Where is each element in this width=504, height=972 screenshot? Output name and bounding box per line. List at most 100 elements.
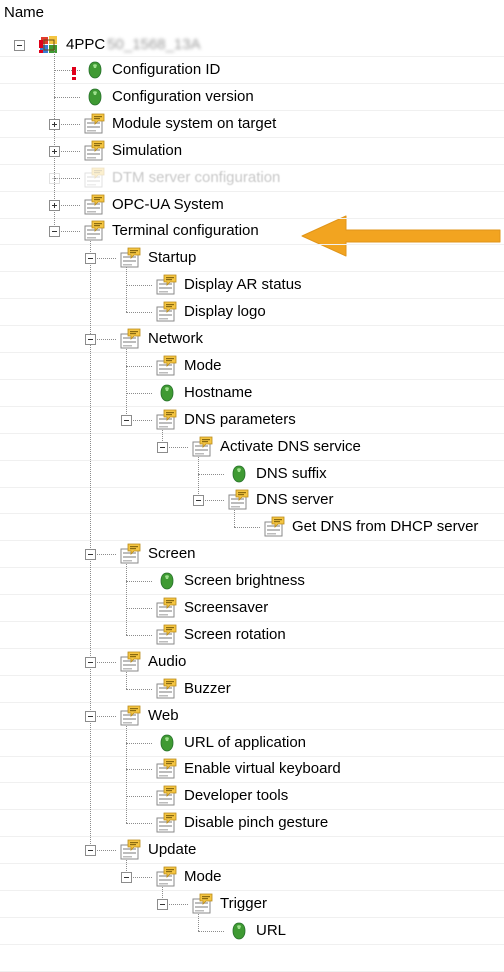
tree-node-buzzer[interactable]: Buzzer <box>156 676 231 702</box>
row-separator <box>0 702 504 703</box>
expand-toggle[interactable] <box>49 119 60 130</box>
tree-node-label: DNS server <box>256 491 334 508</box>
tree-node-dns-suffix[interactable]: DNS suffix <box>228 461 327 487</box>
collapse-toggle[interactable] <box>193 495 204 506</box>
settings-folder-icon <box>192 436 214 458</box>
tree-connector-horizontal <box>54 70 80 71</box>
tree-node-module-system-on-target[interactable]: Module system on target <box>84 111 276 137</box>
settings-folder-icon <box>228 489 250 511</box>
tree-node-screensaver[interactable]: Screensaver <box>156 595 268 621</box>
collapse-toggle[interactable] <box>85 334 96 345</box>
settings-folder-icon <box>156 409 178 431</box>
tree-connector-horizontal <box>126 608 152 609</box>
tree-node-configuration-version[interactable]: Configuration version <box>84 84 254 110</box>
tree-node-url[interactable]: URL <box>228 918 286 944</box>
collapse-toggle[interactable] <box>121 872 132 883</box>
tree-connector-vertical <box>126 345 127 420</box>
green-gem-icon <box>84 86 106 108</box>
tree-node-label: Simulation <box>112 142 183 159</box>
tree-node-label: Mode <box>184 868 222 885</box>
tree-node-mode[interactable]: Mode <box>156 864 222 890</box>
collapse-toggle[interactable] <box>157 899 168 910</box>
tree-root-node[interactable]: 4PPC 50_1568_13A <box>38 32 201 58</box>
tree-node-startup[interactable]: Startup <box>120 245 196 271</box>
row-separator <box>0 325 504 326</box>
settings-folder-icon <box>156 758 178 780</box>
collapse-toggle[interactable] <box>85 253 96 264</box>
tree-node-mode[interactable]: Mode <box>156 353 222 379</box>
tree-node-label: Module system on target <box>112 115 277 132</box>
tree-node-label: Buzzer <box>184 680 231 697</box>
collapse-toggle[interactable] <box>85 845 96 856</box>
collapse-toggle[interactable] <box>85 711 96 722</box>
tree-node-developer-tools[interactable]: Developer tools <box>156 783 288 809</box>
collapse-toggle[interactable] <box>85 657 96 668</box>
tree-node-label: Get DNS from DHCP server <box>292 518 479 535</box>
tree-node-dtm-server-configuration[interactable]: DTM server configuration <box>84 165 280 191</box>
tree-node-label: OPC-UA System <box>112 196 224 213</box>
settings-folder-icon <box>120 247 142 269</box>
tree-node-label: Activate DNS service <box>220 438 361 455</box>
tree-connector-horizontal <box>198 474 224 475</box>
tree-node-label: Hostname <box>184 384 253 401</box>
tree-connector-horizontal <box>126 743 152 744</box>
tree-node-terminal-configuration[interactable]: Terminal configuration <box>84 218 259 244</box>
tree-node-dns-parameters[interactable]: DNS parameters <box>156 407 296 433</box>
tree-node-label: URL of application <box>184 734 307 751</box>
row-separator <box>0 352 504 353</box>
tree-node-label: URL <box>256 922 287 939</box>
tree-node-screen[interactable]: Screen <box>120 541 196 567</box>
tree-node-label: Terminal configuration <box>112 222 259 239</box>
configuration-tree: Name 4PPC 50_1568_13A Configuration ID Co… <box>0 0 504 972</box>
tree-node-label: DNS suffix <box>256 465 327 482</box>
tree-node-web[interactable]: Web <box>120 703 179 729</box>
tree-connector-horizontal <box>126 393 152 394</box>
row-separator <box>0 675 504 676</box>
expand-toggle[interactable] <box>49 146 60 157</box>
row-separator <box>0 648 504 649</box>
tree-node-activate-dns-service[interactable]: Activate DNS service <box>192 434 361 460</box>
row-separator <box>0 191 504 192</box>
tree-node-audio[interactable]: Audio <box>120 649 186 675</box>
tree-node-enable-virtual-keyboard[interactable]: Enable virtual keyboard <box>156 756 341 782</box>
collapse-toggle[interactable] <box>157 442 168 453</box>
collapse-toggle[interactable] <box>121 415 132 426</box>
collapse-toggle[interactable] <box>49 226 60 237</box>
tree-node-url-of-application[interactable]: URL of application <box>156 730 306 756</box>
tree-node-trigger[interactable]: Trigger <box>192 891 267 917</box>
green-gem-icon <box>156 570 178 592</box>
tree-node-opc-ua-system[interactable]: OPC-UA System <box>84 192 224 218</box>
name-column-header[interactable]: Name <box>4 0 44 26</box>
tree-node-screen-rotation[interactable]: Screen rotation <box>156 622 286 648</box>
expand-toggle[interactable] <box>49 200 60 211</box>
tree-node-label: Disable pinch gesture <box>184 814 329 831</box>
tree-node-disable-pinch-gesture[interactable]: Disable pinch gesture <box>156 810 328 836</box>
tree-node-update[interactable]: Update <box>120 837 196 863</box>
tree-node-label: Audio <box>148 653 187 670</box>
settings-folder-icon <box>156 812 178 834</box>
tree-node-dns-server[interactable]: DNS server <box>228 487 334 513</box>
tree-node-display-ar-status[interactable]: Display AR status <box>156 272 302 298</box>
warning-icon <box>72 67 76 80</box>
tree-connector-vertical <box>198 453 199 500</box>
settings-folder-icon <box>84 220 106 242</box>
root-collapse-toggle[interactable] <box>14 40 25 51</box>
row-separator <box>0 836 504 837</box>
tree-node-label: Screensaver <box>184 599 269 616</box>
expand-toggle[interactable] <box>49 173 60 184</box>
tree-node-display-logo[interactable]: Display logo <box>156 299 266 325</box>
settings-folder-icon <box>156 301 178 323</box>
collapse-toggle[interactable] <box>85 549 96 560</box>
tree-node-configuration-id[interactable]: Configuration ID <box>84 57 220 83</box>
tree-connector-horizontal <box>126 285 152 286</box>
tree-node-simulation[interactable]: Simulation <box>84 138 182 164</box>
tree-node-screen-brightness[interactable]: Screen brightness <box>156 568 305 594</box>
green-gem-icon <box>156 732 178 754</box>
tree-node-label: Configuration ID <box>112 61 221 78</box>
tree-node-network[interactable]: Network <box>120 326 203 352</box>
settings-folder-icon <box>156 624 178 646</box>
tree-node-hostname[interactable]: Hostname <box>156 380 252 406</box>
tree-connector-horizontal <box>126 635 152 636</box>
settings-folder-icon <box>84 113 106 135</box>
tree-node-get-dns-from-dhcp-server[interactable]: Get DNS from DHCP server <box>264 514 478 540</box>
